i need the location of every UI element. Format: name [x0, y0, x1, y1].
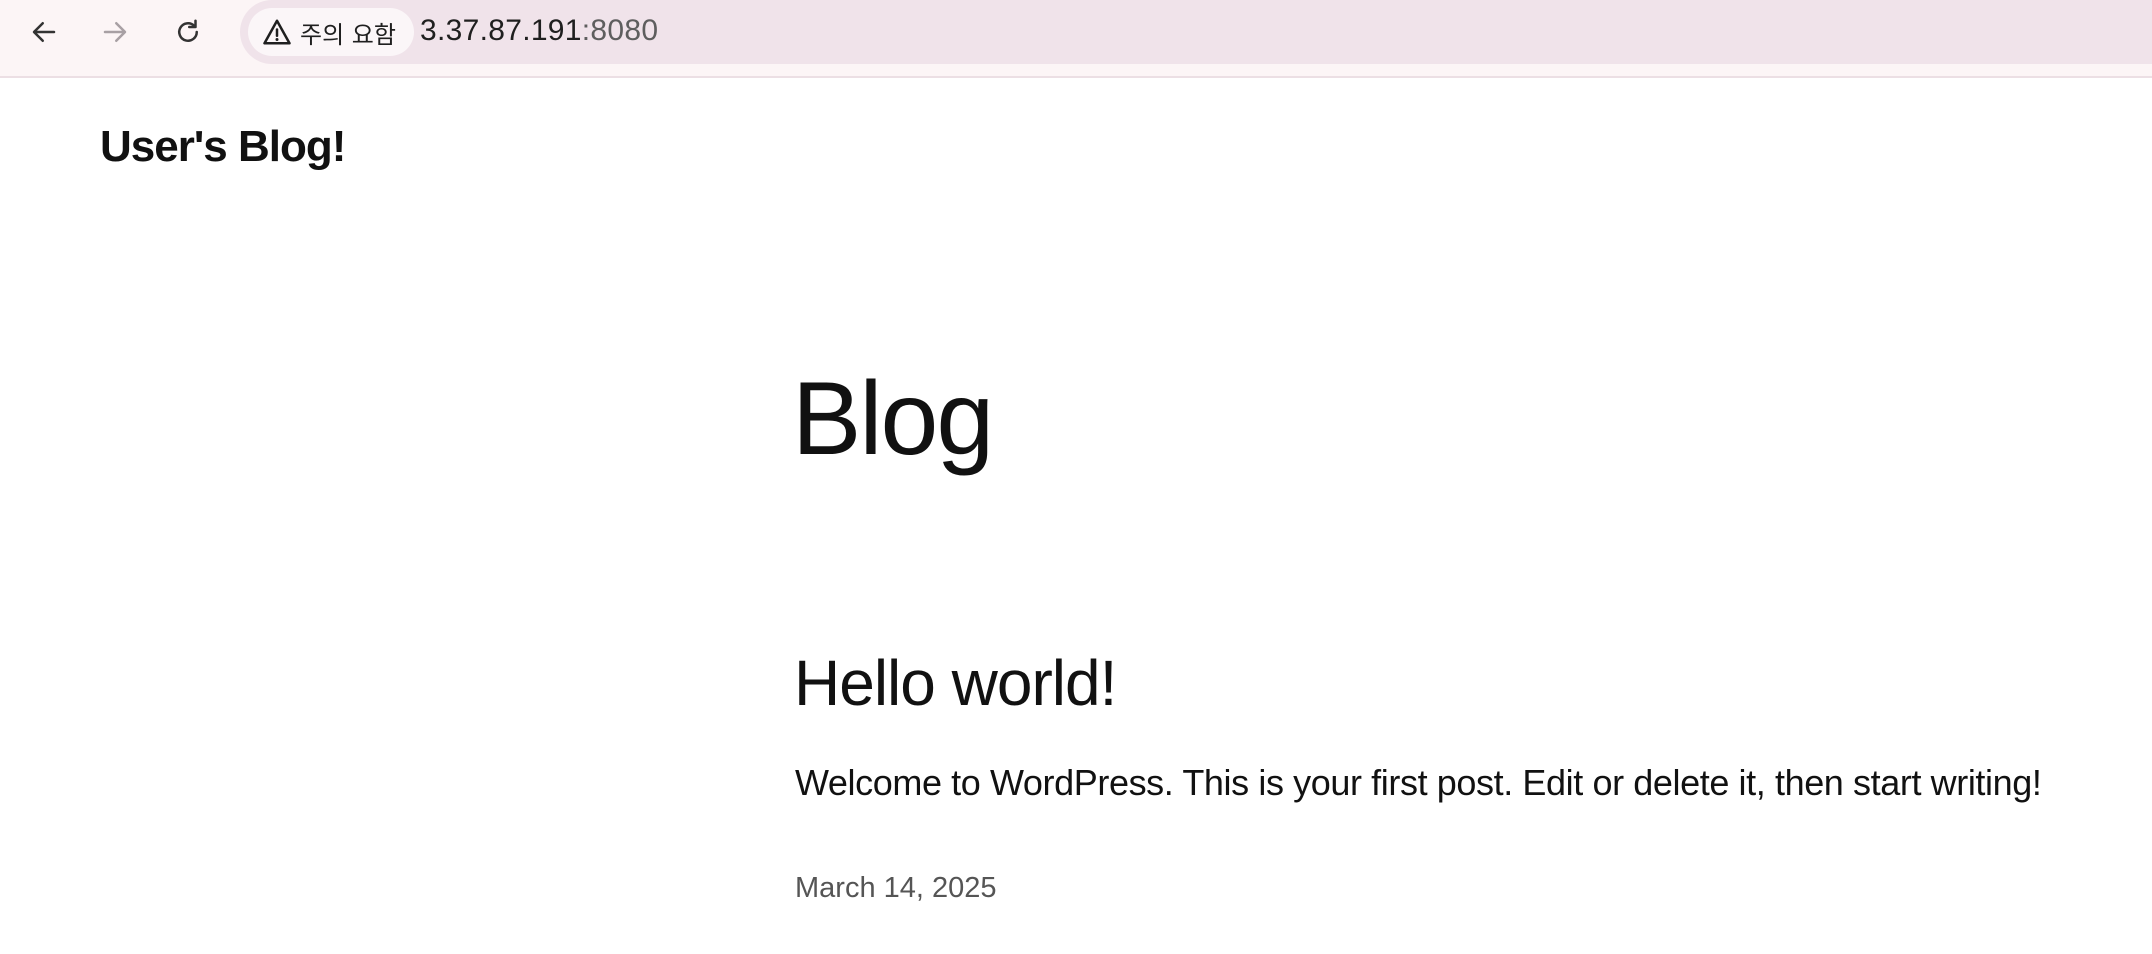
post-title-link[interactable]: Hello world! [794, 646, 1117, 720]
warning-triangle-icon [263, 19, 291, 45]
post-date: March 14, 2025 [795, 872, 997, 904]
reload-button[interactable] [162, 9, 214, 55]
security-status-label: 주의 요함 [300, 20, 396, 49]
page-heading: Blog [792, 361, 994, 477]
forward-button[interactable] [89, 9, 141, 55]
post-excerpt: Welcome to WordPress. This is your first… [795, 762, 2042, 803]
arrow-left-icon [32, 22, 56, 42]
site-title[interactable]: User's Blog! [100, 122, 346, 172]
url-host: 3.37.87.191 [420, 14, 582, 47]
reload-icon [178, 19, 198, 42]
address-bar[interactable]: 주의 요함 3.37.87.191:8080 [240, 0, 2152, 64]
browser-toolbar: 주의 요함 3.37.87.191:8080 [0, 0, 2152, 78]
url-text[interactable]: 3.37.87.191:8080 [420, 14, 658, 48]
arrow-right-icon [103, 22, 127, 42]
url-port: :8080 [581, 14, 659, 47]
back-button[interactable] [18, 9, 70, 55]
security-status-chip[interactable]: 주의 요함 [248, 8, 414, 56]
